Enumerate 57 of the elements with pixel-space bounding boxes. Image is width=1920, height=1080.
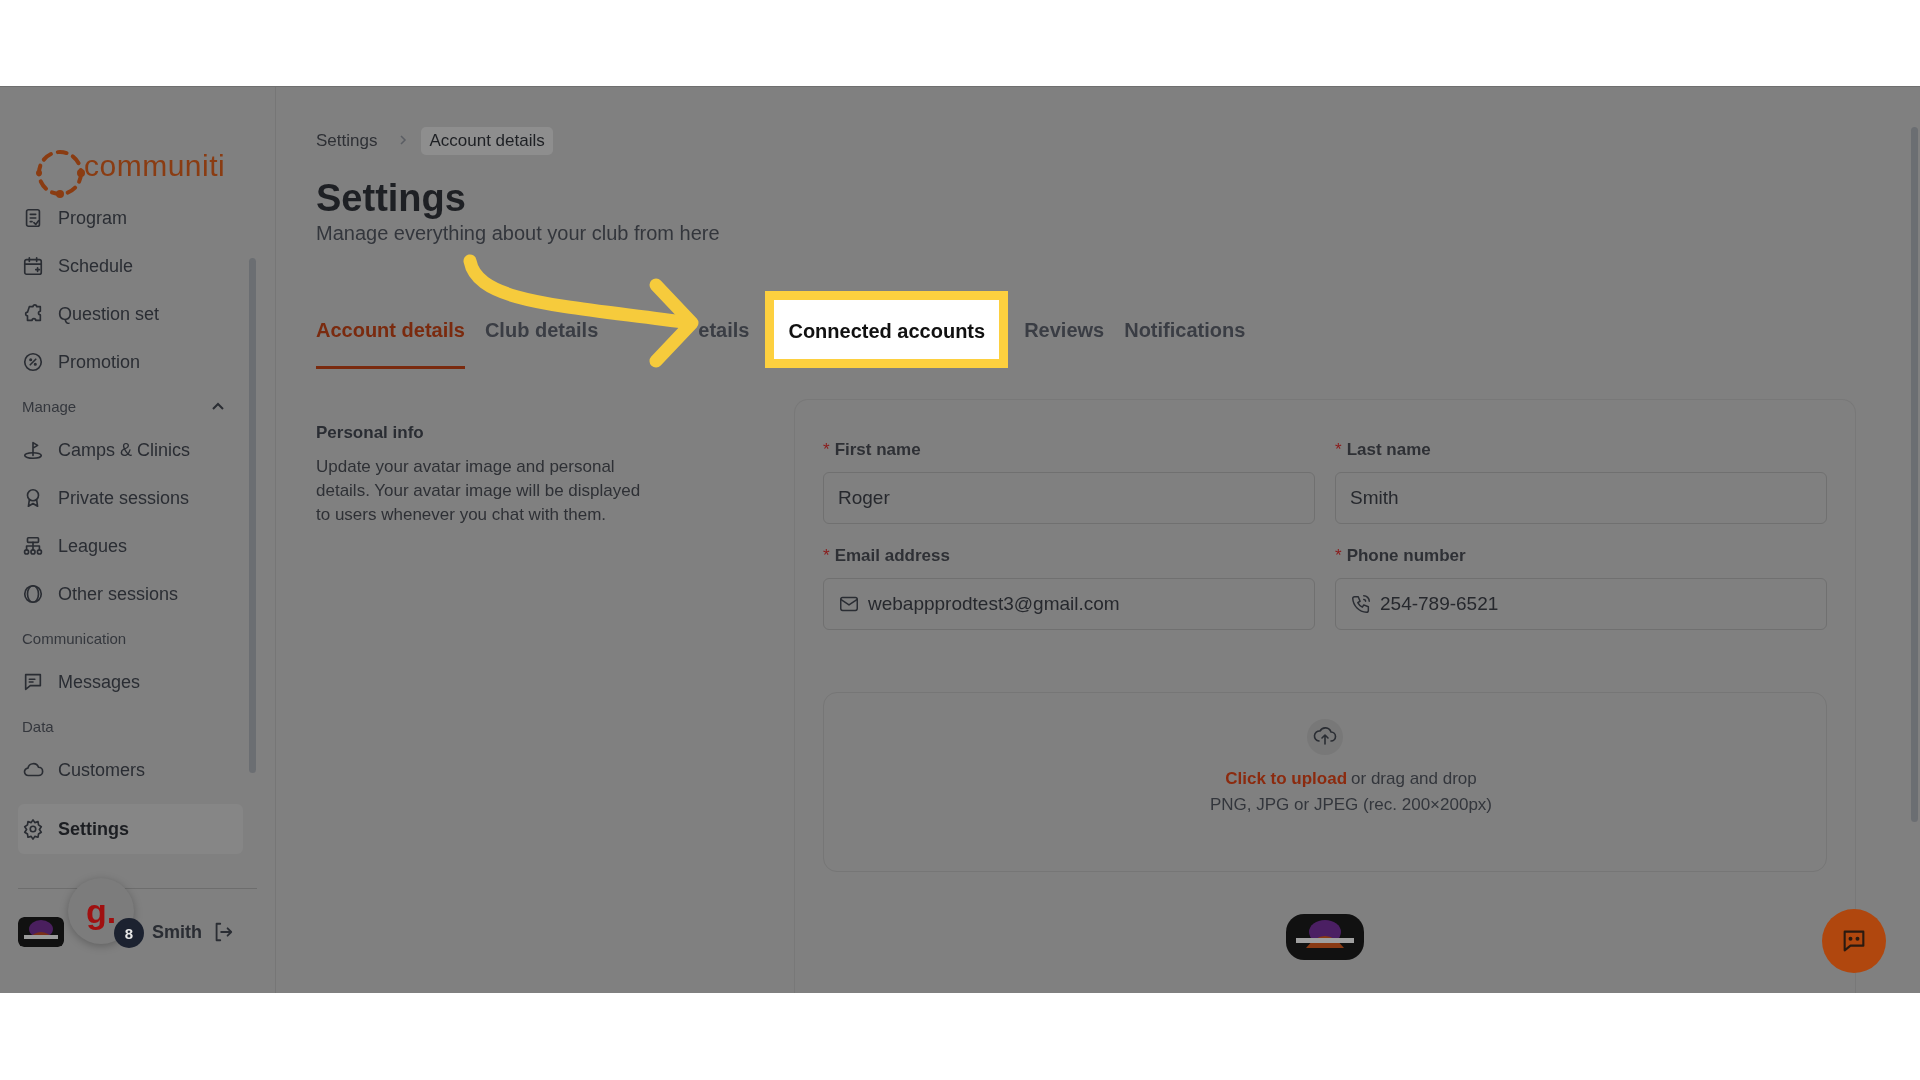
upload-area[interactable]: Click to upload or drag and drop PNG, JPG or JPEG (rec. 200×200px) — [823, 692, 1827, 872]
required-mark: * — [1335, 440, 1342, 460]
sidebar-item[interactable]: Settings — [18, 804, 243, 854]
hierarchy-icon — [22, 535, 44, 557]
tab[interactable]: Notifications — [1124, 289, 1246, 369]
section-label: Manage — [21, 397, 77, 415]
field-label: First name — [834, 440, 921, 460]
sidebar-item[interactable]: Leagues — [18, 522, 243, 570]
section-title: Personal info — [316, 423, 425, 443]
percent-icon — [22, 351, 44, 373]
tab[interactable]: Connected accounts — [765, 290, 1009, 368]
calendar-icon — [22, 255, 44, 277]
sidebar-item[interactable]: Program — [18, 194, 243, 242]
user-name: Smith — [152, 921, 202, 943]
bubble-logo: g. — [85, 894, 117, 928]
sidebar-item[interactable]: Promotion — [18, 338, 243, 386]
required-mark: * — [823, 546, 830, 566]
caret-icon[interactable] — [211, 401, 225, 411]
section-label: Communication — [21, 629, 127, 647]
required-mark: * — [1335, 546, 1342, 566]
sidebar-item[interactable]: Other sessions — [18, 570, 243, 618]
message-icon — [22, 671, 44, 693]
flag-icon — [22, 439, 44, 461]
logo-icon — [34, 147, 86, 199]
sidebar-item[interactable]: Customers — [18, 746, 243, 794]
upload-icon — [1307, 719, 1343, 755]
phone-icon — [1350, 593, 1372, 615]
text-input[interactable]: webappprodtest3@gmail.com — [868, 579, 1300, 629]
sidebar-item[interactable]: Question set — [18, 290, 243, 338]
upload-hint: PNG, JPG or JPEG (rec. 200×200px) — [1210, 795, 1492, 815]
sidebar-item[interactable]: Schedule — [18, 242, 243, 290]
section-description: Update your avatar image and personal details. Your avatar image will be displayed to users whenever you chat with them. — [316, 456, 642, 526]
sidebar-item[interactable]: Camps & Clinics — [18, 426, 243, 474]
field-label: Last name — [1346, 440, 1431, 460]
page-subtitle: Manage everything about your club from here — [316, 222, 721, 245]
logo-text: communiti — [84, 149, 226, 183]
upload-text: or drag and drop — [1351, 769, 1477, 788]
upload-link[interactable]: Click to upload — [1225, 769, 1348, 788]
notification-badge: 8 — [114, 918, 144, 948]
tab[interactable]: Reviews — [1024, 289, 1105, 369]
field-label: Phone number — [1346, 546, 1466, 566]
section-label: Data — [21, 717, 54, 735]
tab[interactable]: Club details — [484, 289, 599, 369]
tab[interactable]: etails — [698, 289, 750, 369]
breadcrumb-link[interactable]: Account details — [421, 127, 553, 155]
input-field[interactable]: 254-789-6521 — [1335, 578, 1827, 630]
sidebar-item[interactable]: Messages — [18, 658, 243, 706]
input-field[interactable]: webappprodtest3@gmail.com — [823, 578, 1315, 630]
settings-icon — [22, 818, 44, 840]
tab[interactable]: Account details — [316, 289, 465, 369]
required-mark: * — [823, 440, 830, 460]
sidebar-item[interactable]: Private sessions — [18, 474, 243, 522]
circle-icon — [22, 583, 44, 605]
page-title: Settings — [316, 177, 467, 220]
field-label: Email address — [834, 546, 950, 566]
text-input[interactable]: 254-789-6521 — [1380, 579, 1812, 629]
breadcrumb-link[interactable]: Settings — [316, 127, 386, 155]
